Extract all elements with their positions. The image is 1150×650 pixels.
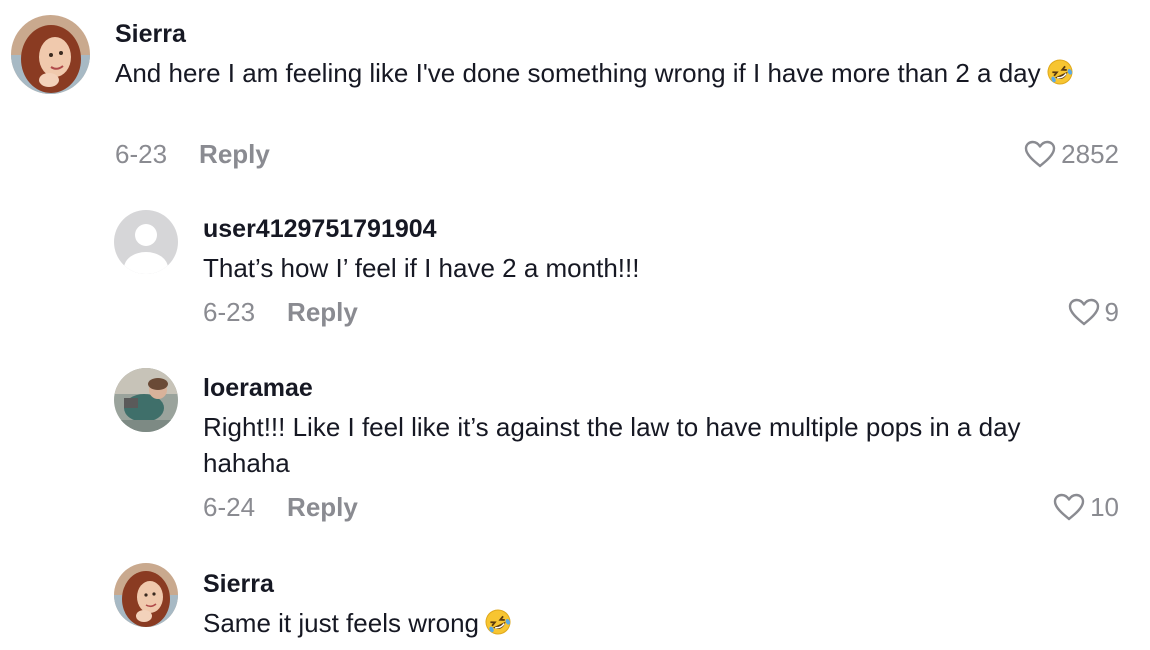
avatar[interactable] [114, 563, 178, 627]
like-button[interactable]: 2852 [1023, 139, 1119, 169]
like-button[interactable]: 9 [1067, 297, 1119, 327]
rolling-on-floor-laughing-emoji [1047, 58, 1073, 94]
username[interactable]: Sierra [115, 19, 1115, 49]
like-button[interactable]: 10 [1052, 492, 1119, 522]
avatar[interactable] [114, 210, 178, 274]
avatar[interactable] [11, 15, 90, 94]
comment-date: 6-24 [203, 492, 256, 522]
comment-text: Same it just feels wrong [203, 605, 1113, 644]
comment-text: And here I am feeling like I've done som… [115, 55, 1115, 94]
avatar[interactable] [114, 368, 178, 432]
heart-outline-icon [1067, 297, 1105, 327]
comment-meta: 6-24 Reply [203, 492, 358, 522]
heart-outline-icon [1052, 492, 1090, 522]
comment-text: Right!!! Like I feel like it’s against t… [203, 412, 1021, 478]
comment-thread: Sierra And here I am feeling like I've d… [0, 0, 1150, 650]
reply-button[interactable]: Reply [287, 297, 358, 327]
comment-meta: 6-23 Reply [203, 297, 358, 327]
reply-button[interactable]: Reply [287, 492, 358, 522]
reply-button[interactable]: Reply [199, 139, 270, 169]
comment-text: That’s how I’ feel if I have 2 a month!!… [203, 253, 640, 283]
heart-outline-icon [1023, 139, 1061, 169]
comment-date: 6-23 [203, 297, 256, 327]
like-count: 2852 [1061, 139, 1119, 169]
like-count: 10 [1090, 492, 1119, 522]
username[interactable]: loeramae [203, 373, 1113, 403]
comment-meta: 6-23 Reply [115, 139, 270, 169]
like-count: 9 [1104, 297, 1119, 327]
comment-date: 6-23 [115, 139, 168, 169]
username[interactable]: user4129751791904 [203, 214, 1113, 244]
rolling-on-floor-laughing-emoji [485, 608, 511, 644]
username[interactable]: Sierra [203, 569, 1113, 599]
